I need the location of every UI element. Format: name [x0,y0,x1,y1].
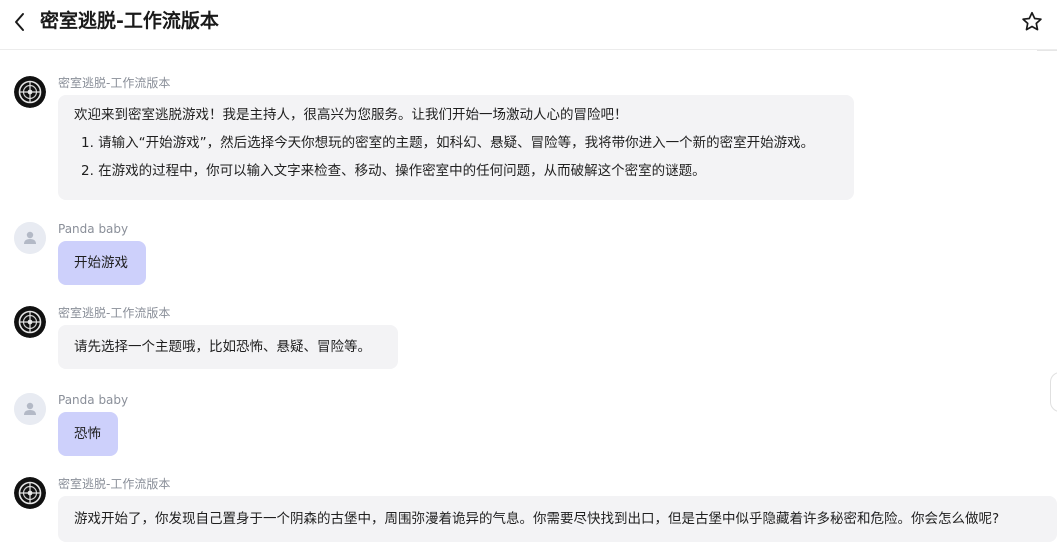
bot-avatar [14,306,46,338]
sender-name: 密室逃脱-工作流版本 [58,477,171,491]
bot-avatar [14,477,46,509]
message-text: 恐怖 [74,426,101,442]
list-item: 1. 请输入“开始游戏”，然后选择今天你想玩的密室的主题，如科幻、悬疑、冒险等，… [81,135,815,151]
message-bubble: 欢迎来到密室逃脱游戏！我是主持人，很高兴为您服务。让我们开始一场激动人心的冒险吧… [58,95,854,200]
sender-name: 密室逃脱-工作流版本 [58,306,171,320]
chevron-left-icon[interactable] [10,10,30,34]
list-item: 2. 在游戏的过程中，你可以输入文字来检查、移动、操作密室中的任何问题，从而破解… [81,163,706,179]
sender-name: Panda baby [58,222,129,236]
chat-header: 密室逃脱-工作流版本 [0,0,1057,50]
user-avatar [14,393,46,425]
page-title: 密室逃脱-工作流版本 [40,10,219,32]
sender-name: Panda baby [58,393,129,407]
message-bubble: 恐怖 [58,412,118,456]
header-corner-divider [1037,50,1057,51]
message-text: 欢迎来到密室逃脱游戏！我是主持人，很高兴为您服务。让我们开始一场激动人心的冒险吧… [74,107,628,123]
user-avatar [14,222,46,254]
star-icon[interactable] [1020,10,1044,34]
message-bubble: 请先选择一个主题哦，比如恐怖、悬疑、冒险等。 [58,325,398,369]
bot-avatar [14,76,46,108]
instruction-list: 1. 请输入“开始游戏”，然后选择今天你想玩的密室的主题，如科幻、悬疑、冒险等，… [74,133,838,181]
message-text: 请先选择一个主题哦，比如恐怖、悬疑、冒险等。 [74,339,371,355]
scroll-to-bottom-button[interactable] [1050,372,1057,412]
message-text: 游戏开始了，你发现自己置身于一个阴森的古堡中，周围弥漫着诡异的气息。你需要尽快找… [74,511,1000,527]
message-bubble: 游戏开始了，你发现自己置身于一个阴森的古堡中，周围弥漫着诡异的气息。你需要尽快找… [58,496,1057,542]
message-text: 开始游戏 [74,255,128,271]
sender-name: 密室逃脱-工作流版本 [58,76,171,90]
message-bubble: 开始游戏 [58,241,146,285]
